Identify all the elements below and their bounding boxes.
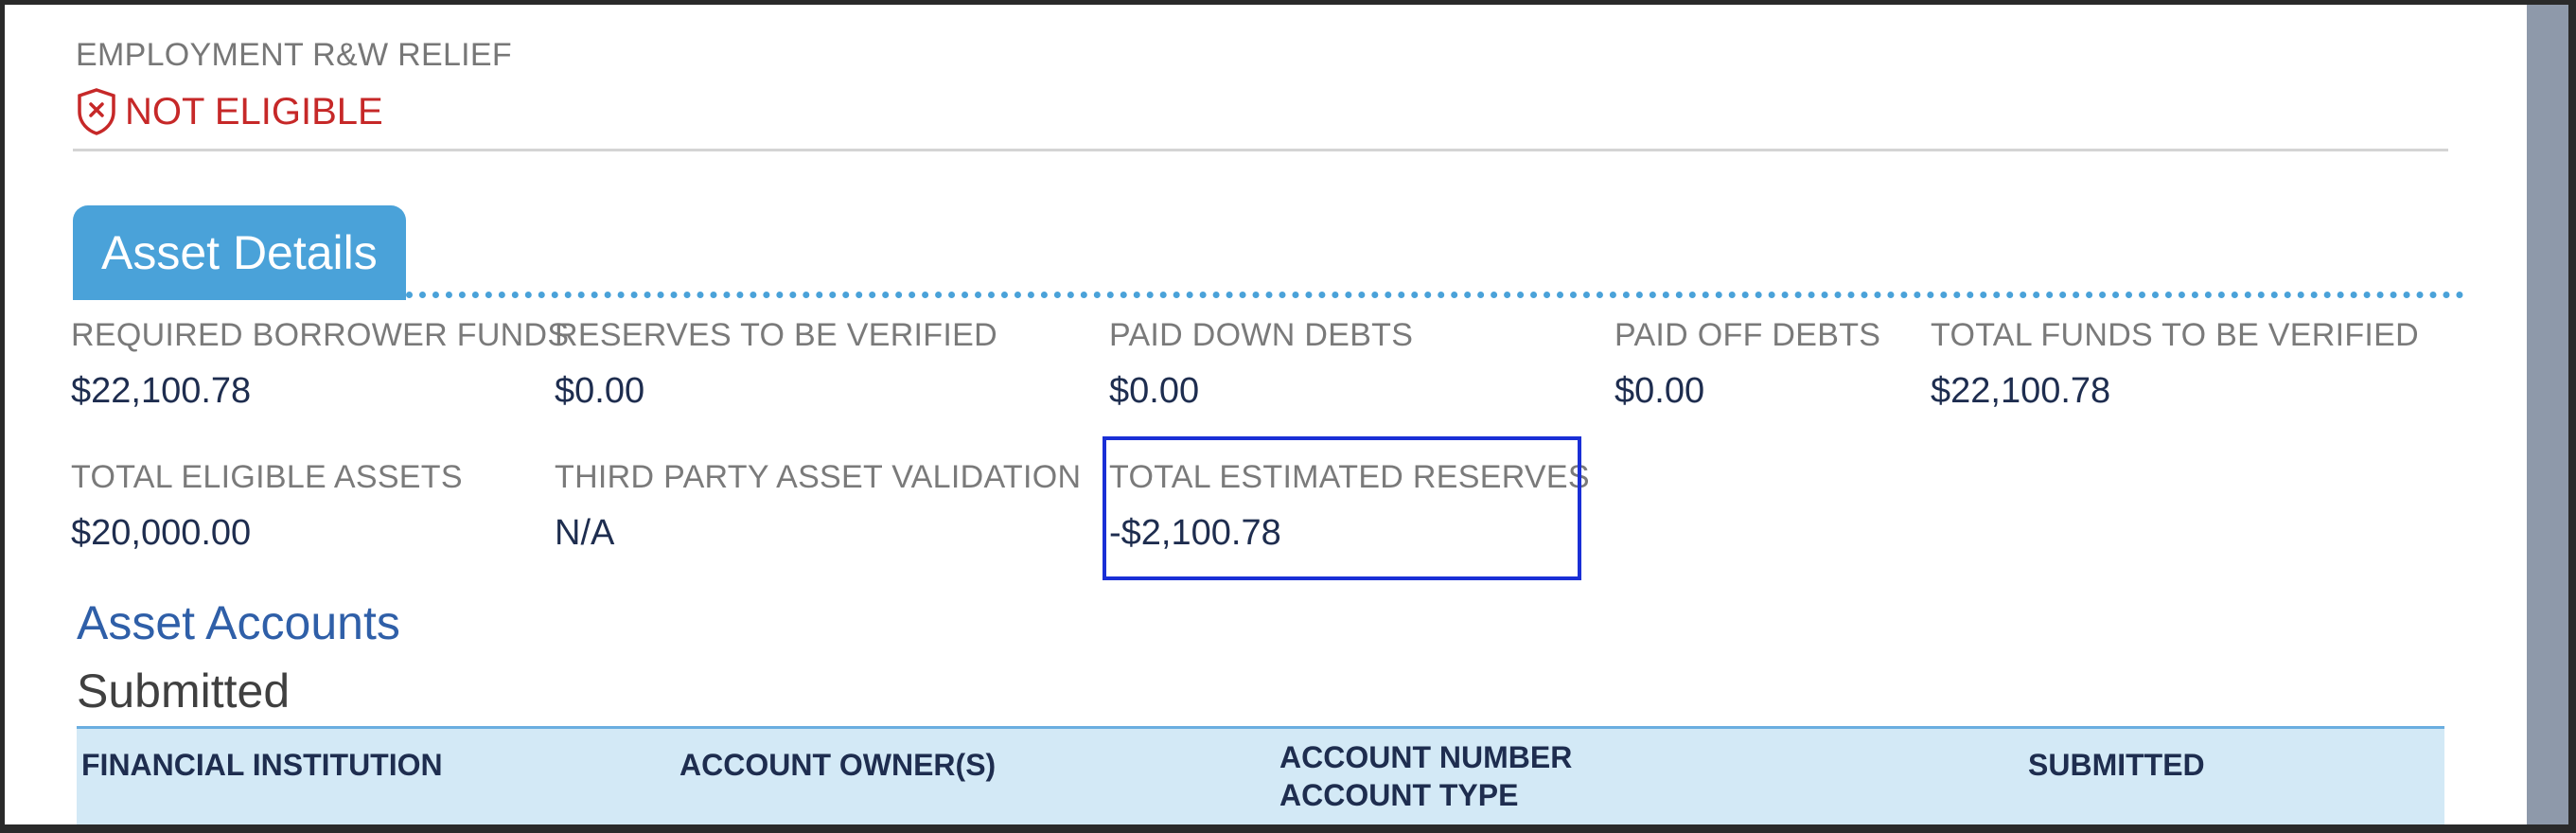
- highlight-box: [1103, 436, 1581, 580]
- field-total-eligible-assets: TOTAL ELIGIBLE ASSETS $20,000.00: [71, 459, 463, 554]
- field-required-borrower-funds: REQUIRED BORROWER FUNDS $22,100.78: [71, 317, 569, 412]
- field-third-party-asset-validation: THIRD PARTY ASSET VALIDATION N/A: [555, 459, 1081, 554]
- field-label: TOTAL ELIGIBLE ASSETS: [71, 459, 463, 495]
- field-paid-down-debts: PAID DOWN DEBTS $0.00: [1109, 317, 1413, 412]
- field-paid-off-debts: PAID OFF DEBTS $0.00: [1614, 317, 1880, 412]
- section-divider: [73, 149, 2448, 151]
- employment-status-text: NOT ELIGIBLE: [125, 90, 383, 133]
- shield-x-icon: [78, 88, 115, 135]
- field-label: PAID DOWN DEBTS: [1109, 317, 1414, 353]
- window-edge: [2568, 0, 2576, 833]
- employment-rw-relief-label: EMPLOYMENT R&W RELIEF: [76, 37, 512, 73]
- employment-status: NOT ELIGIBLE: [76, 87, 383, 136]
- column-header-account-owners[interactable]: ACCOUNT OWNER(S): [679, 746, 996, 784]
- tab-asset-details[interactable]: Asset Details: [73, 205, 406, 300]
- field-label: PAID OFF DEBTS: [1614, 317, 1881, 353]
- field-reserves-to-be-verified: RESERVES TO BE VERIFIED $0.00: [555, 317, 997, 412]
- field-value: $22,100.78: [1931, 371, 2111, 411]
- field-value: $0.00: [1109, 371, 1200, 411]
- field-label: THIRD PARTY ASSET VALIDATION: [555, 459, 1082, 495]
- field-value: $0.00: [1614, 371, 1705, 411]
- vertical-scrollbar[interactable]: [2527, 5, 2568, 824]
- asset-accounts-title: Asset Accounts: [77, 596, 400, 649]
- field-value: $20,000.00: [71, 513, 252, 553]
- field-value: $22,100.78: [71, 371, 252, 411]
- submitted-subtitle: Submitted: [77, 665, 291, 718]
- field-label: TOTAL FUNDS TO BE VERIFIED: [1931, 317, 2420, 353]
- column-header-account-type[interactable]: ACCOUNT TYPE: [1279, 776, 1518, 814]
- page-content: EMPLOYMENT R&W RELIEF NOT ELIGIBLE Asset…: [5, 5, 2527, 824]
- field-label: REQUIRED BORROWER FUNDS: [71, 317, 570, 353]
- field-total-funds-to-be-verified: TOTAL FUNDS TO BE VERIFIED $22,100.78: [1931, 317, 2419, 412]
- tab-dotted-rule: [406, 292, 2464, 298]
- column-header-financial-institution[interactable]: FINANCIAL INSTITUTION: [81, 746, 443, 784]
- column-header-account-number[interactable]: ACCOUNT NUMBER: [1279, 738, 1572, 776]
- asset-accounts-table-header: FINANCIAL INSTITUTION ACCOUNT OWNER(S) A…: [77, 726, 2444, 824]
- field-value: N/A: [555, 513, 615, 553]
- field-label: RESERVES TO BE VERIFIED: [555, 317, 997, 353]
- field-value: $0.00: [555, 371, 645, 411]
- column-header-submitted[interactable]: SUBMITTED: [2028, 746, 2205, 784]
